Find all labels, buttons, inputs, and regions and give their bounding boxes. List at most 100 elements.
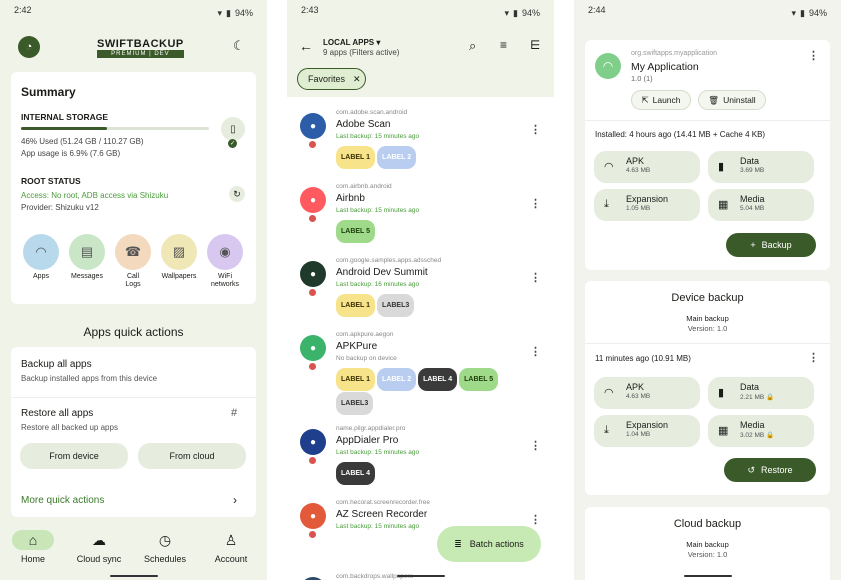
overflow-menu-icon[interactable]: ⋮ [530,439,541,452]
shortcut-2[interactable]: ☎ Call Logs [111,234,155,289]
app-title: SWIFTBACKUP [97,38,184,50]
overflow-menu-icon[interactable]: ⋮ [530,513,541,526]
tile-download[interactable]: ⤓ Expansion 1.05 MB [594,189,700,221]
nav-0[interactable]: ⌂ Home [3,530,63,564]
favorites-chip[interactable]: Favorites ✕ [297,68,366,90]
app-title-block: SWIFTBACKUP PREMIUM | DEV [97,38,184,58]
launch-button[interactable]: ⇱ Launch [631,90,691,110]
label-chip[interactable]: LABEL 1 [336,294,376,317]
close-icon[interactable]: ✕ [353,74,361,85]
app-package: com.google.samples.apps.adssched [336,257,442,264]
filter-icon[interactable]: ≡ [500,38,507,52]
battery-level: 94% [808,8,827,18]
battery-icon: ▮ [513,7,518,18]
cloud-icon: ☁ [92,531,106,548]
cloud-main-backup: Main backup [686,540,729,549]
tile-size: 1.05 MB [626,205,651,212]
app-package: com.adobe.scan.android [336,109,408,116]
backup-all-apps[interactable]: Backup all apps Backup installed apps fr… [21,359,241,383]
tile-android[interactable]: ◠ APK 4.63 MB [594,151,700,183]
nav-3[interactable]: ♙ Account [201,530,261,565]
nav-1[interactable]: ☁ Cloud sync [69,530,129,565]
label-chip[interactable]: LABEL 1 [336,368,376,391]
status-time: 2:42 [14,5,32,15]
tile-media[interactable]: ▦ Media 5.04 MB [708,189,814,221]
favorite-badge-icon [308,456,317,465]
label-chip[interactable]: LABEL 4 [336,462,376,485]
label-chip[interactable]: LABEL 1 [336,146,376,169]
person-icon: ♙ [224,531,238,548]
label-chip[interactable]: LABEL 5 [336,220,376,243]
appdialer-icon: ● [300,429,326,455]
title-block[interactable]: LOCAL APPS ▾ 9 apps (Filters active) [323,38,399,57]
shortcut-0[interactable]: ◠ Apps [19,234,63,281]
storage-progress-fill [21,127,108,130]
more-quick-actions-link[interactable]: More quick actions [21,495,104,506]
gesture-bar [110,575,158,577]
phone-storage-icon[interactable]: ▯ [221,117,245,141]
uninstall-button[interactable]: 🗑 Uninstall [698,90,766,110]
tile-download[interactable]: ⤓ Expansion 1.04 MB [594,415,700,447]
tile-size: 4.63 MB [626,393,651,400]
from-cloud-button[interactable]: From cloud [138,443,246,469]
shortcut-1[interactable]: ▤ Messages [65,234,109,281]
nav-2[interactable]: ◷ Schedules [135,530,195,565]
tile-name: Expansion [626,420,669,430]
restore-all-apps[interactable]: Restore all apps Restore all backed up a… [21,408,221,432]
tile-size: 5.04 MB [740,205,765,212]
overflow-menu-icon[interactable]: ⋮ [808,351,819,364]
moon-icon[interactable]: ☾ [233,38,245,54]
home-screen: 2:42 ▾ ▮ 94% ◔ SWIFTBACKUP PREMIUM | DEV ☾… [0,0,267,580]
label-chip[interactable]: LABEL3 [336,392,374,415]
overflow-menu-icon[interactable]: ⋮ [530,197,541,210]
shortcut-4[interactable]: ◉ WiFi networks [203,234,247,289]
app-package: com.apkpure.aegon [336,331,394,338]
favorites-chip-label: Favorites [308,74,346,84]
overflow-menu-icon[interactable]: ⋮ [530,345,541,358]
label-chip[interactable]: LABEL 2 [377,146,417,169]
sort-icon[interactable]: ⋿ [530,38,540,52]
android-dev-summit-icon: ● [300,261,326,287]
quick-actions-title: Apps quick actions [83,325,184,339]
shortcut-label: Call Logs [125,273,141,289]
cloud-backup-card: Cloud backup Main backup Version: 1.0 [585,507,830,580]
label-chip[interactable]: LABEL3 [377,294,415,317]
label-chip[interactable]: LABEL 2 [377,368,417,391]
screen-recorder-icon: ● [300,503,326,529]
tile-media[interactable]: ▦ Media 3.02 MB 🔒 [708,415,814,447]
tile-name: Data [740,156,760,166]
image-icon: ▨ [161,234,197,270]
batch-actions-fab[interactable]: ≣ Batch actions [437,526,541,562]
media-icon: ▦ [718,425,729,437]
hash-icon[interactable]: # [231,407,237,419]
installed-info: Installed: 4 hours ago (14.41 MB + Cache… [595,130,766,139]
plus-icon: + [750,240,756,250]
tile-android[interactable]: ◠ APK 4.63 MB [594,377,700,409]
from-device-button[interactable]: From device [20,443,128,469]
overflow-menu-icon[interactable]: ⋮ [808,49,819,62]
chevron-right-icon[interactable]: › [233,493,237,507]
backup-button[interactable]: + Backup [726,233,816,257]
app-subtitle: PREMIUM | DEV [97,50,184,58]
search-icon[interactable]: ⌕ [469,38,476,54]
device-backup-title: Device backup [671,292,744,304]
overflow-menu-icon[interactable]: ⋮ [530,271,541,284]
refresh-icon[interactable]: ↻ [229,186,245,202]
label-chip[interactable]: LABEL 5 [459,368,499,391]
app-labels: LABEL 1 LABEL 2 [336,145,526,169]
app-info-card: ◠ org.swiftapps.myapplication My Applica… [585,40,830,270]
tile-sd-card[interactable]: ▮ Data 3.69 MB [708,151,814,183]
tile-sd-card[interactable]: ▮ Data 2.21 MB 🔒 [708,377,814,409]
storage-progress-track [21,127,209,130]
caret-down-icon: ▾ [376,38,381,47]
tile-name: Expansion [626,194,669,204]
back-arrow-icon[interactable]: ← [299,38,313,54]
shortcut-3[interactable]: ▨ Wallpapers [157,234,201,281]
shortcut-label: Messages [71,273,103,280]
android-icon: ◠ [604,387,614,399]
overflow-menu-icon[interactable]: ⋮ [530,123,541,136]
label-chip[interactable]: LABEL 4 [418,368,458,391]
cloud-backup-title: Cloud backup [673,518,742,530]
restore-button[interactable]: ↺ Restore [724,458,816,482]
adobe-scan-icon: ● [300,113,326,139]
